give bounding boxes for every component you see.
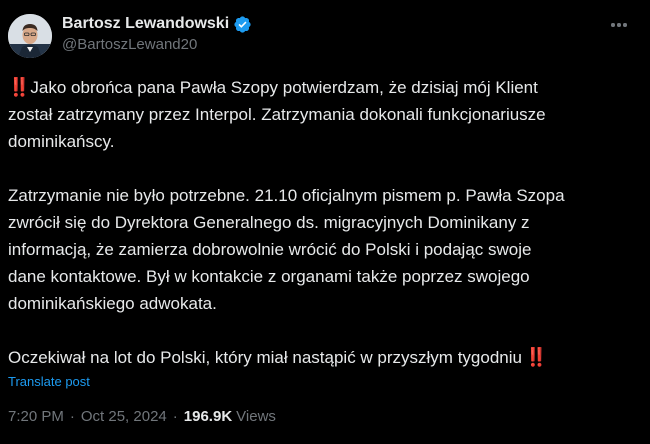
avatar[interactable] bbox=[8, 14, 52, 58]
views-count[interactable]: 196.9K bbox=[184, 408, 232, 425]
name-row: Bartosz Lewandowski bbox=[62, 13, 252, 35]
translate-post-link[interactable]: Translate post bbox=[8, 374, 90, 389]
post-time[interactable]: 7:20 PM bbox=[8, 408, 64, 425]
tweet-metadata: 7:20 PM · Oct 25, 2024 · 196.9K Views bbox=[8, 408, 276, 425]
tweet-text: ‼️ Jako obrońca pana Pawła Szopy potwierd… bbox=[8, 74, 640, 371]
double-exclamation-emoji: ‼️ bbox=[8, 77, 30, 97]
paragraph-1: ‼️ Jako obrońca pana Pawła Szopy potwierd… bbox=[8, 74, 640, 155]
display-name[interactable]: Bartosz Lewandowski bbox=[62, 15, 229, 33]
paragraph-3-text: Oczekiwał na lot do Polski, który miał n… bbox=[8, 348, 522, 367]
meta-separator: · bbox=[172, 408, 178, 425]
more-horizontal-icon bbox=[611, 23, 615, 27]
post-date[interactable]: Oct 25, 2024 bbox=[81, 408, 167, 425]
more-dot bbox=[623, 23, 627, 27]
double-exclamation-emoji: ‼️ bbox=[524, 347, 547, 367]
paragraph-3: Oczekiwał na lot do Polski, który miał n… bbox=[8, 344, 640, 371]
tweet: Bartosz Lewandowski @BartoszLewand20 ‼️ J… bbox=[0, 0, 650, 444]
more-options-button[interactable] bbox=[608, 16, 630, 34]
user-handle[interactable]: @BartoszLewand20 bbox=[62, 36, 252, 53]
meta-separator: · bbox=[69, 408, 75, 425]
paragraph-2: Zatrzymanie nie było potrzebne. 21.10 of… bbox=[8, 186, 565, 313]
more-dot bbox=[617, 23, 621, 27]
verified-badge-icon[interactable] bbox=[233, 15, 252, 34]
avatar-image bbox=[8, 14, 52, 58]
paragraph-1-text: Jako obrońca pana Pawła Szopy potwierdza… bbox=[8, 78, 546, 151]
views-label: Views bbox=[236, 408, 276, 425]
author-block: Bartosz Lewandowski @BartoszLewand20 bbox=[62, 13, 252, 53]
